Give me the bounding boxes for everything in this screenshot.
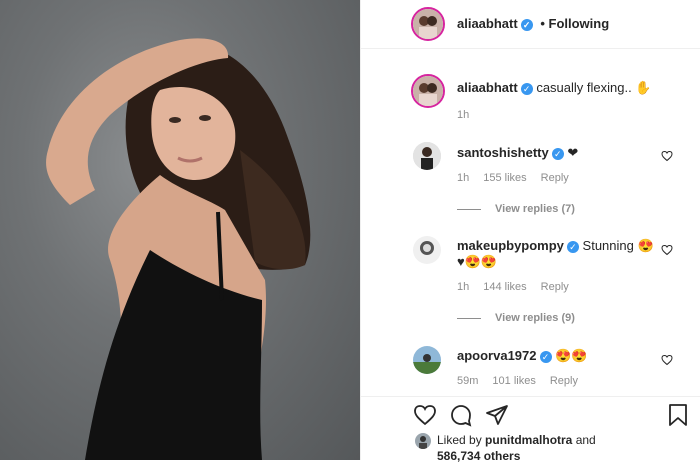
reply-button[interactable]: Reply — [550, 375, 578, 387]
verified-icon: ✓ — [566, 240, 579, 253]
verified-icon: ✓ — [539, 350, 552, 363]
comment-username[interactable]: makeupbypompy — [457, 238, 564, 253]
comment-username[interactable]: santoshishetty — [457, 145, 549, 160]
comment-time: 1h — [457, 281, 470, 293]
comment-heart-icon[interactable] — [661, 354, 673, 366]
comment-avatar[interactable] — [413, 346, 441, 374]
reply-button[interactable]: Reply — [541, 172, 569, 184]
comment-second-line: ♥😍😍 — [457, 254, 498, 269]
view-replies-label[interactable]: View replies (9) — [495, 312, 575, 324]
verified-icon: ✓ — [551, 147, 564, 160]
comment-heart-icon[interactable] — [661, 150, 673, 162]
replies-line — [457, 317, 481, 319]
comment-avatar[interactable] — [413, 142, 441, 170]
author-username-row: aliaabhatt ✓ • Following — [457, 16, 609, 31]
caption-time: 1h — [457, 109, 470, 121]
comment-likes[interactable]: 101 likes — [492, 375, 535, 387]
view-replies[interactable]: View replies (7) — [457, 203, 575, 215]
likes-others[interactable]: 586,734 others — [437, 449, 520, 463]
likes-summary: Liked by punitdmalhotra and — [437, 433, 596, 447]
comment-time: 59m — [457, 375, 479, 387]
verified-icon: ✓ — [520, 82, 533, 95]
view-replies-label[interactable]: View replies (7) — [495, 203, 575, 215]
bookmark-icon[interactable] — [667, 403, 689, 427]
comment-emoji: 😍 — [637, 238, 654, 253]
heart-icon[interactable] — [413, 403, 437, 427]
author-avatar[interactable] — [411, 7, 445, 41]
comment-meta: 59m 101 likes Reply — [457, 375, 592, 387]
send-icon[interactable] — [485, 403, 509, 427]
caption-emoji: ✋ — [635, 80, 652, 95]
reply-button[interactable]: Reply — [541, 281, 569, 293]
post-side-panel: aliaabhatt ✓ • Following aliaabhatt ✓ casu… — [360, 0, 700, 463]
replies-line — [457, 208, 481, 210]
comment-meta: 1h 155 likes Reply — [457, 172, 583, 184]
comment-username[interactable]: apoorva1972 — [457, 348, 537, 363]
comment-emoji: 😍😍 — [555, 348, 588, 363]
comment-emoji: ❤ — [567, 145, 579, 160]
following-button[interactable]: Following — [549, 16, 610, 31]
author-username[interactable]: aliaabhatt — [457, 16, 518, 31]
likes-prefix: Liked by — [437, 433, 486, 447]
action-bar: Liked by punitdmalhotra and 586,734 othe… — [361, 396, 700, 463]
verified-icon: ✓ — [520, 18, 533, 31]
post-header: aliaabhatt ✓ • Following — [361, 0, 700, 49]
caption-text: aliaabhatt ✓ casually flexing.. ✋ — [457, 80, 652, 96]
comment-avatar[interactable] — [413, 236, 441, 264]
comment-likes[interactable]: 144 likes — [483, 281, 526, 293]
liker-username[interactable]: punitdmalhotra — [485, 433, 572, 447]
likes-and: and — [572, 433, 596, 447]
comment-text: santoshishetty ✓ ❤ — [457, 145, 578, 161]
portrait-illustration — [46, 38, 311, 460]
liker-avatar[interactable] — [415, 433, 431, 449]
comment-meta: 1h 144 likes Reply — [457, 281, 583, 293]
caption-body: casually flexing.. — [536, 80, 636, 95]
view-replies[interactable]: View replies (9) — [457, 312, 575, 324]
comment-heart-icon[interactable] — [661, 244, 673, 256]
caption-avatar[interactable] — [411, 74, 445, 108]
comment-text: makeupbypompy ✓ Stunning 😍 — [457, 238, 654, 254]
comment-time: 1h — [457, 172, 470, 184]
comment-text: apoorva1972 ✓ 😍😍 — [457, 348, 588, 364]
bullet-separator: • — [540, 16, 545, 31]
comment-body: Stunning — [582, 238, 638, 253]
comment-likes[interactable]: 155 likes — [483, 172, 526, 184]
comment-icon[interactable] — [449, 403, 473, 427]
caption-username[interactable]: aliaabhatt — [457, 80, 518, 95]
post-photo[interactable] — [0, 0, 360, 460]
